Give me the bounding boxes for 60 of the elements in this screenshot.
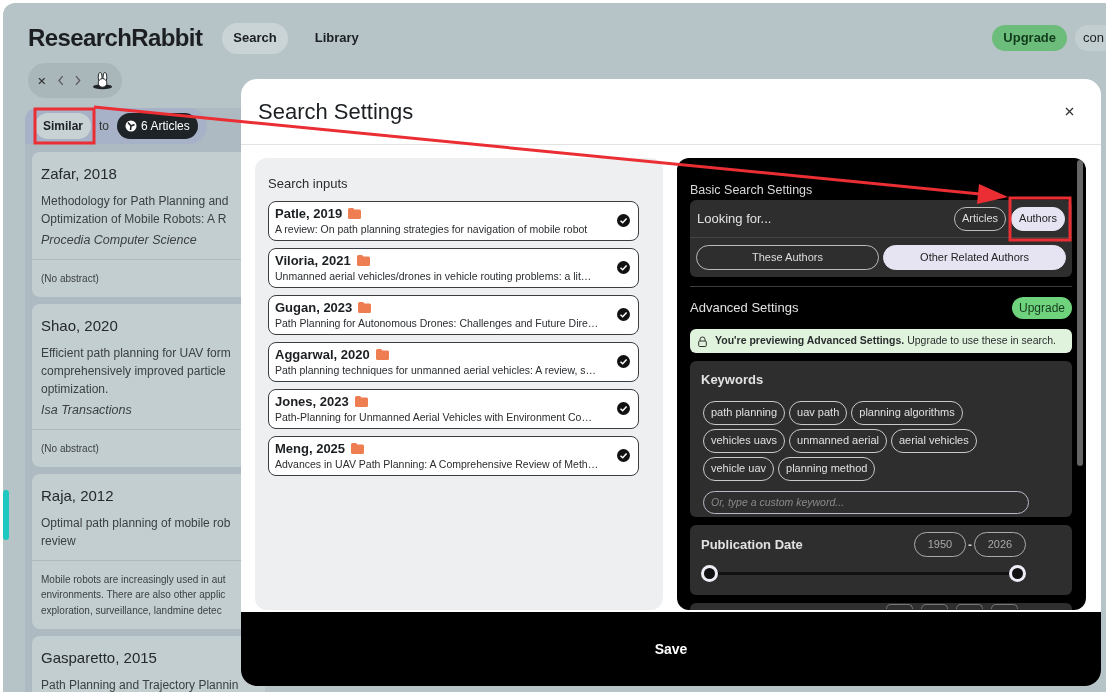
article-text-line: Optimal path planning of mobile rob <box>41 514 232 532</box>
save-button[interactable]: Save <box>644 634 698 664</box>
result-type-toggle[interactable]: Authors <box>1011 206 1065 231</box>
input-summary: Path-Planning for Unmanned Aerial Vehicles with Environment Co… <box>275 409 593 424</box>
section-heading: Advanced Settings <box>690 299 800 318</box>
section-heading: Basic Search Settings <box>690 182 813 198</box>
similar-button[interactable]: Similar <box>35 113 92 139</box>
nav-tab[interactable]: Search <box>222 22 288 54</box>
abstract-line: Mobile robots are increasingly used in aut <box>41 572 227 587</box>
connector-text: to <box>99 118 110 135</box>
journal-name: Procedia Computer Science <box>41 231 198 249</box>
input-title: Gugan, 2023 <box>275 299 353 316</box>
article-text-line: Optimization of Mobile Robots: A R <box>41 210 228 228</box>
source-articles-button[interactable]: 6 Articles <box>117 113 198 139</box>
section-heading: Search inputs <box>268 175 349 193</box>
abstract-line: environments. There are also other applic <box>41 588 227 602</box>
article-text-line: comprehensively improved particle <box>41 362 227 380</box>
search-input-item[interactable]: Jones, 2023 Path-Planning for Unmanned Aerial Vehicles with Environment Co… <box>268 388 639 429</box>
upgrade-button[interactable]: Upgrade <box>1011 297 1072 319</box>
looking-for-label: Looking for... <box>697 209 773 228</box>
input-title: Aggarwal, 2020 <box>275 346 370 363</box>
search-input-item[interactable]: Gugan, 2023 Path Planning for Autonomous Drones: Challenges and Future Dire… <box>268 294 639 335</box>
author-scope-toggle[interactable]: Other Related Authors <box>883 245 1066 270</box>
search-input-item[interactable]: Aggarwal, 2020 Path planning techniques for unmanned aerial vehicles: A review, s… <box>268 341 639 382</box>
input-title: Jones, 2023 <box>275 393 349 410</box>
abstract-line: (No abstract) <box>41 441 100 456</box>
article-card[interactable]: Gasparetto, 2015 Path Planning and Trajectory Plannin <box>32 636 265 692</box>
article-text-line: Methodology for Path Planning and <box>41 192 230 210</box>
nav-tab[interactable]: Library <box>303 22 370 54</box>
input-title: Viloria, 2021 <box>275 252 351 269</box>
input-summary: Advances in UAV Path Planning: A Comprehensive Review of Meth… <box>275 456 600 471</box>
article-text-line: Efficient path planning for UAV form <box>41 344 232 362</box>
input-summary: Path planning techniques for unmanned aerial vehicles: A review, s… <box>275 362 598 377</box>
section-heading: Publication Date <box>701 535 804 554</box>
upgrade-button[interactable]: Upgrade <box>992 25 1068 51</box>
preview-notice: You're previewing Advanced Settings. Upgrade to use these in search. <box>715 333 1056 349</box>
article-text-line: review <box>41 532 77 550</box>
journal-name: Isa Transactions <box>41 401 133 419</box>
input-summary: A review: On path planning strategies for navigation of mobile robot <box>275 221 589 236</box>
article-title: Zafar, 2018 <box>41 164 118 184</box>
article-title: Shao, 2020 <box>41 316 119 336</box>
article-text-line: Path Planning and Trajectory Plannin <box>41 676 240 692</box>
input-summary: Unmanned aerial vehicles/drones in vehicle routing problems: a lit… <box>275 268 593 283</box>
search-input-item[interactable]: Viloria, 2021 Unmanned aerial vehicles/drones in vehicle routing problems: a lit… <box>268 247 639 288</box>
search-input-item[interactable]: Patle, 2019 A review: On path planning strategies for navigation of mobile robot <box>268 200 639 241</box>
article-text-line: optimization. <box>41 380 110 398</box>
abstract-line: exploration, surveillance, landmine detec <box>41 603 223 618</box>
article-title: Gasparetto, 2015 <box>41 648 158 668</box>
account-button[interactable]: con <box>1075 25 1106 51</box>
abstract-line: (No abstract) <box>41 271 100 286</box>
search-input-item[interactable]: Meng, 2025 Advances in UAV Path Planning: A Comprehensive Review of Meth… <box>268 435 639 476</box>
section-heading: Keywords <box>701 371 765 389</box>
dialog-title: Search Settings <box>258 98 415 126</box>
input-summary: Path Planning for Autonomous Drones: Challenges and Future Dire… <box>275 315 600 330</box>
keyword-input-field[interactable]: Or, type a custom keyword... <box>703 490 1029 514</box>
app-logo: ResearchRabbit <box>28 23 203 53</box>
range-separator: - <box>968 536 972 554</box>
input-title: Meng, 2025 <box>275 440 346 457</box>
input-title: Patle, 2019 <box>275 205 343 222</box>
article-title: Raja, 2012 <box>41 486 115 506</box>
